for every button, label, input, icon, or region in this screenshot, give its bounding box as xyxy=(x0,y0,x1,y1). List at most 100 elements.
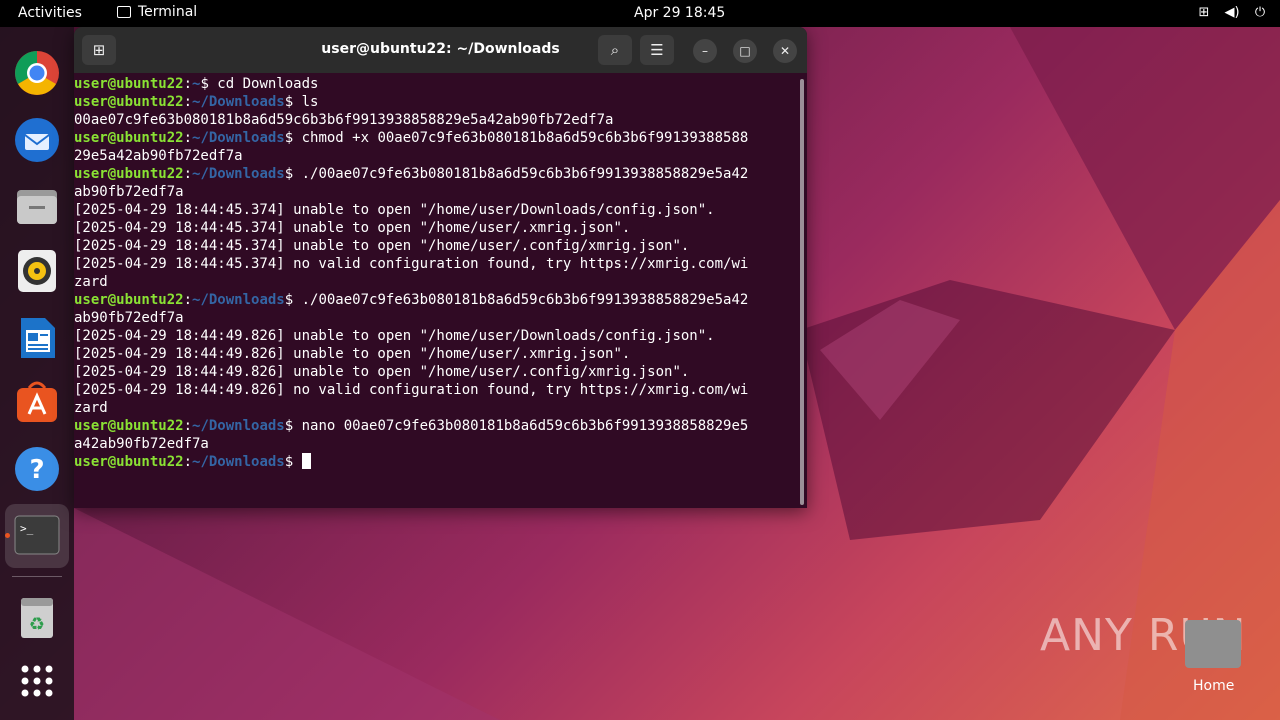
close-icon: ✕ xyxy=(779,44,791,58)
prompt-user: user@ubuntu22 xyxy=(74,130,184,146)
home-folder-label[interactable]: Home xyxy=(1193,678,1234,694)
svg-text:>_: >_ xyxy=(20,522,34,535)
output-line: 29e5a42ab90fb72edf7a xyxy=(74,147,799,165)
hamburger-menu-icon: ☰ xyxy=(650,41,664,59)
prompt-line: user@ubuntu22:~$ cd Downloads xyxy=(74,75,799,93)
prompt-line: user@ubuntu22:~/Downloads$ ./00ae07c9fe6… xyxy=(74,165,799,183)
svg-text:?: ? xyxy=(29,455,44,485)
prompt-separator: : xyxy=(183,166,193,182)
menu-button[interactable]: ☰ xyxy=(640,35,674,65)
help-icon[interactable]: ? xyxy=(13,445,61,493)
prompt-user: user@ubuntu22 xyxy=(74,94,184,110)
prompt-user: user@ubuntu22 xyxy=(74,454,184,470)
prompt-line: user@ubuntu22:~/Downloads$ ./00ae07c9fe6… xyxy=(74,291,799,309)
output-text: [2025-04-29 18:44:49.826] unable to open… xyxy=(74,328,715,344)
output-line: [2025-04-29 18:44:49.826] unable to open… xyxy=(74,327,799,345)
prompt-user: user@ubuntu22 xyxy=(74,76,184,92)
search-button[interactable]: ⌕ xyxy=(598,35,632,65)
search-icon: ⌕ xyxy=(610,41,620,59)
prompt-line: user@ubuntu22:~/Downloads$ ls xyxy=(74,93,799,111)
terminal-icon[interactable]: >_ xyxy=(13,512,61,560)
command-text: $ nano 00ae07c9fe63b080181b8a6d59c6b3b6f… xyxy=(284,418,749,434)
output-line: [2025-04-29 18:44:45.374] unable to open… xyxy=(74,237,799,255)
app-name: Terminal xyxy=(138,4,198,20)
terminal-window[interactable]: ⊞ user@ubuntu22: ~/Downloads ⌕ ☰ – □ ✕ u… xyxy=(74,27,807,508)
output-line: zard xyxy=(74,399,799,417)
output-text: 00ae07c9fe63b080181b8a6d59c6b3b6f9913938… xyxy=(74,112,614,128)
svg-text:♻: ♻ xyxy=(29,614,45,635)
output-text: ab90fb72edf7a xyxy=(74,310,184,326)
prompt-path: ~/Downloads xyxy=(192,94,285,110)
prompt-line: user@ubuntu22:~/Downloads$ xyxy=(74,453,799,471)
prompt-line: user@ubuntu22:~/Downloads$ chmod +x 00ae… xyxy=(74,129,799,147)
prompt-path: ~/Downloads xyxy=(192,130,285,146)
activities-button[interactable]: Activities xyxy=(18,5,82,21)
terminal-header[interactable]: ⊞ user@ubuntu22: ~/Downloads ⌕ ☰ – □ ✕ xyxy=(74,27,807,73)
minimize-button[interactable]: – xyxy=(693,39,717,63)
files-icon[interactable] xyxy=(13,182,61,230)
output-text: zard xyxy=(74,400,108,416)
output-line: [2025-04-29 18:44:45.374] no valid confi… xyxy=(74,255,799,273)
maximize-icon: □ xyxy=(739,44,751,58)
prompt-separator: : xyxy=(183,94,193,110)
output-line: zard xyxy=(74,273,799,291)
trash-icon[interactable]: ♻ xyxy=(13,594,61,642)
dock-separator xyxy=(12,576,62,577)
power-icon[interactable]: ⏻ xyxy=(1252,5,1268,20)
output-line: [2025-04-29 18:44:49.826] unable to open… xyxy=(74,345,799,363)
output-line: ab90fb72edf7a xyxy=(74,309,799,327)
output-text: ab90fb72edf7a xyxy=(74,184,184,200)
output-text: [2025-04-29 18:44:45.374] no valid confi… xyxy=(74,256,749,272)
output-text: [2025-04-29 18:44:49.826] unable to open… xyxy=(74,364,690,380)
network-icon[interactable]: ⊞ xyxy=(1196,5,1212,20)
close-button[interactable]: ✕ xyxy=(773,39,797,63)
prompt-separator: : xyxy=(183,292,193,308)
output-line: 00ae07c9fe63b080181b8a6d59c6b3b6f9913938… xyxy=(74,111,799,129)
prompt-line: user@ubuntu22:~/Downloads$ nano 00ae07c9… xyxy=(74,417,799,435)
prompt-path: ~/Downloads xyxy=(192,166,285,182)
prompt-separator: : xyxy=(183,130,193,146)
prompt-path: ~/Downloads xyxy=(192,292,285,308)
dock: ? >_ ♻ xyxy=(0,27,74,720)
output-line: [2025-04-29 18:44:49.826] no valid confi… xyxy=(74,381,799,399)
top-bar: Activities Terminal Apr 29 18:45 ⊞ ◀) ⏻ xyxy=(0,0,1280,27)
command-text: $ xyxy=(284,454,302,470)
system-tray[interactable]: ⊞ ◀) ⏻ xyxy=(1196,5,1268,20)
output-text: [2025-04-29 18:44:45.374] unable to open… xyxy=(74,220,631,236)
chrome-icon[interactable] xyxy=(13,49,61,97)
home-folder-icon[interactable] xyxy=(1185,620,1241,668)
output-text: 29e5a42ab90fb72edf7a xyxy=(74,148,243,164)
prompt-path: ~/Downloads xyxy=(192,418,285,434)
prompt-user: user@ubuntu22 xyxy=(74,292,184,308)
prompt-path: ~/Downloads xyxy=(192,454,285,470)
app-center-icon[interactable] xyxy=(13,378,61,426)
command-text: $ ls xyxy=(284,94,319,110)
output-line: ab90fb72edf7a xyxy=(74,183,799,201)
output-line: [2025-04-29 18:44:45.374] unable to open… xyxy=(74,219,799,237)
rhythmbox-icon[interactable] xyxy=(13,247,61,295)
output-text: [2025-04-29 18:44:45.374] unable to open… xyxy=(74,238,690,254)
output-text: [2025-04-29 18:44:45.374] unable to open… xyxy=(74,202,715,218)
running-indicator xyxy=(5,533,10,538)
app-menu[interactable]: Terminal xyxy=(117,4,197,20)
maximize-button[interactable]: □ xyxy=(733,39,757,63)
text-cursor xyxy=(301,453,311,469)
command-text: $ cd Downloads xyxy=(200,76,319,92)
writer-icon[interactable] xyxy=(13,314,61,362)
output-text: zard xyxy=(74,274,108,290)
prompt-separator: : xyxy=(183,418,193,434)
terminal-icon xyxy=(117,6,131,18)
clock[interactable]: Apr 29 18:45 xyxy=(634,5,725,21)
output-text: [2025-04-29 18:44:49.826] unable to open… xyxy=(74,346,631,362)
prompt-separator: : xyxy=(183,454,193,470)
show-apps-icon[interactable] xyxy=(13,657,61,705)
thunderbird-icon[interactable] xyxy=(13,116,61,164)
prompt-user: user@ubuntu22 xyxy=(74,166,184,182)
command-text: $ ./00ae07c9fe63b080181b8a6d59c6b3b6f991… xyxy=(284,166,749,182)
volume-icon[interactable]: ◀) xyxy=(1224,5,1240,20)
output-line: [2025-04-29 18:44:49.826] unable to open… xyxy=(74,363,799,381)
scrollbar[interactable] xyxy=(800,79,804,505)
minimize-icon: – xyxy=(702,44,708,58)
terminal-output[interactable]: user@ubuntu22:~$ cd Downloads user@ubuntu… xyxy=(74,75,799,505)
output-text: a42ab90fb72edf7a xyxy=(74,436,209,452)
